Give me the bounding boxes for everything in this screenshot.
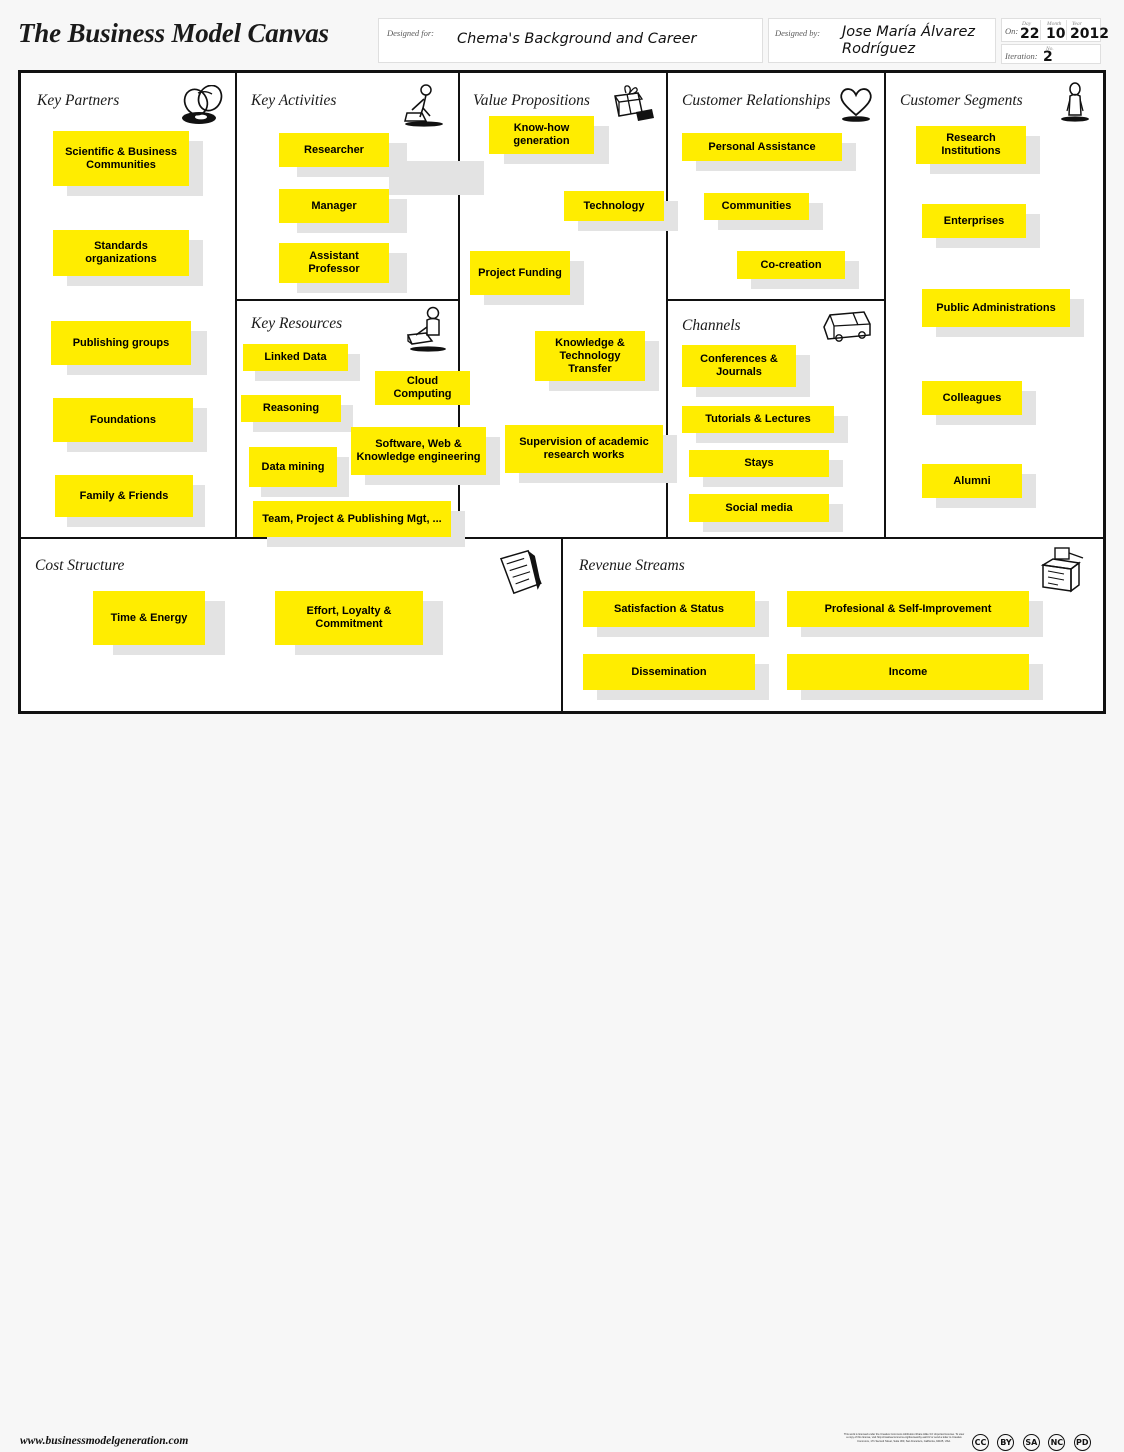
- cc-nc-icon: NC: [1048, 1434, 1066, 1451]
- creative-commons-badges: CC BY SA NC PD: [972, 1434, 1095, 1452]
- cc-badge-label-4: PD: [1076, 1437, 1089, 1447]
- note-channels-2[interactable]: Stays: [689, 450, 829, 477]
- note-key-partners-1[interactable]: Standards organizations: [53, 230, 189, 276]
- cc-icon: CC: [972, 1434, 989, 1451]
- cc-badge-label-0: CC: [974, 1437, 987, 1447]
- note-value-propositions-0[interactable]: Know-how generation: [489, 116, 594, 154]
- note-customer-segments-3[interactable]: Colleagues: [922, 381, 1022, 415]
- channels-title: Channels: [682, 317, 741, 334]
- note-revenue-streams-3[interactable]: Income: [787, 654, 1029, 690]
- block-channels: Channels Conferences & Journals Tutorial…: [668, 301, 884, 537]
- invoice-icon: [491, 548, 547, 598]
- note-key-partners-3[interactable]: Foundations: [53, 398, 193, 442]
- note-key-resources-0[interactable]: Linked Data: [243, 344, 348, 371]
- note-value-propositions-2[interactable]: Project Funding: [470, 251, 570, 295]
- note-key-resources-2[interactable]: Data mining: [249, 447, 337, 487]
- worker-pushing-icon: [402, 83, 448, 128]
- date-month-value: 10: [1046, 26, 1066, 42]
- cc-badge-label-3: NC: [1050, 1437, 1064, 1447]
- iteration-label: Iteration:: [1005, 51, 1038, 61]
- note-channels-1[interactable]: Tutorials & Lectures: [682, 406, 834, 433]
- revenue-streams-title: Revenue Streams: [579, 557, 685, 574]
- note-customer-relationships-2[interactable]: Co-creation: [737, 251, 845, 279]
- note-cost-structure-0[interactable]: Time & Energy: [93, 591, 205, 645]
- note-channels-0[interactable]: Conferences & Journals: [682, 345, 796, 387]
- cost-structure-title: Cost Structure: [35, 557, 125, 574]
- value-propositions-title: Value Propositions: [473, 92, 590, 109]
- note-key-resources-4[interactable]: Software, Web & Knowledge engineering: [351, 427, 486, 475]
- note-customer-segments-2[interactable]: Public Administrations: [922, 289, 1070, 327]
- canvas-grid: Key Partners Scientific & Business Commu…: [18, 70, 1106, 714]
- note-channels-3[interactable]: Social media: [689, 494, 829, 522]
- page-title: The Business Model Canvas: [18, 18, 329, 48]
- iteration-value: 2: [1043, 49, 1053, 65]
- note-key-partners-0[interactable]: Scientific & Business Communities: [53, 131, 189, 186]
- note-revenue-streams-0[interactable]: Satisfaction & Status: [583, 591, 755, 627]
- chain-links-icon: [178, 85, 228, 127]
- note-key-activities-2[interactable]: Assistant Professor: [279, 243, 389, 283]
- customer-segments-title: Customer Segments: [900, 92, 1023, 109]
- license-text: This work is licensed under the Creative…: [843, 1433, 965, 1443]
- note-key-resources-5[interactable]: Team, Project & Publishing Mgt, ...: [253, 501, 451, 537]
- key-activities-title: Key Activities: [251, 92, 337, 109]
- block-customer-relationships: Customer Relationships Personal Assistan…: [668, 73, 884, 299]
- note-value-propositions-3[interactable]: Knowledge & Technology Transfer: [535, 331, 645, 381]
- block-customer-segments: Customer Segments Research Institutions …: [886, 73, 1103, 537]
- note-key-resources-1[interactable]: Reasoning: [241, 395, 341, 422]
- cc-badge-label-2: SA: [1025, 1437, 1038, 1447]
- block-revenue-streams: Revenue Streams Satisfaction & Status Pr…: [563, 539, 1103, 711]
- date-on-label: On:: [1005, 26, 1019, 36]
- note-customer-relationships-1[interactable]: Communities: [704, 193, 809, 220]
- note-customer-relationships-0[interactable]: Personal Assistance: [682, 133, 842, 161]
- gift-box-icon: [608, 82, 656, 126]
- cc-sa-icon: SA: [1022, 1434, 1040, 1451]
- designed-by-label: Designed by:: [775, 28, 821, 38]
- note-key-partners-4[interactable]: Family & Friends: [55, 475, 193, 517]
- canvas-header: The Business Model Canvas Designed for: …: [0, 0, 1124, 68]
- note-key-resources-3[interactable]: Cloud Computing: [375, 371, 470, 405]
- cc-badge-label-1: BY: [1000, 1437, 1012, 1447]
- business-model-canvas-page: The Business Model Canvas Designed for: …: [0, 0, 1124, 1451]
- date-day-value: 22: [1020, 26, 1040, 42]
- canvas-footer: www.businessmodelgeneration.com This wor…: [0, 714, 1124, 1451]
- date-year-value: 2012: [1070, 26, 1109, 42]
- note-revenue-streams-1[interactable]: Profesional & Self-Improvement: [787, 591, 1029, 627]
- cash-register-icon: [1033, 545, 1089, 597]
- designed-by-value: Jose María Álvarez Rodríguez: [842, 24, 976, 57]
- heart-icon: [834, 83, 878, 125]
- block-cost-structure: Cost Structure Time & Energy Effort, Loy…: [21, 539, 561, 711]
- block-key-partners: Key Partners Scientific & Business Commu…: [21, 73, 235, 537]
- note-value-propositions-1[interactable]: Technology: [564, 191, 664, 221]
- note-key-activities-1[interactable]: Manager: [279, 189, 389, 223]
- note-key-activities-0[interactable]: Researcher: [279, 133, 389, 167]
- note-cost-structure-1[interactable]: Effort, Loyalty & Commitment: [275, 591, 423, 645]
- delivery-truck-icon: [820, 305, 876, 349]
- note-customer-segments-4[interactable]: Alumni: [922, 464, 1022, 498]
- note-revenue-streams-2[interactable]: Dissemination: [583, 654, 755, 690]
- note-value-propositions-4[interactable]: Supervision of academic research works: [505, 425, 663, 473]
- key-partners-title: Key Partners: [37, 92, 120, 109]
- note-key-partners-2[interactable]: Publishing groups: [51, 321, 191, 365]
- cc-pd-icon: PD: [1073, 1434, 1091, 1451]
- designed-for-value: Chema's Background and Career: [457, 31, 697, 47]
- key-resources-title: Key Resources: [251, 315, 343, 332]
- footer-url[interactable]: www.businessmodelgeneration.com: [20, 1435, 188, 1447]
- note-customer-segments-0[interactable]: Research Institutions: [916, 126, 1026, 164]
- cc-by-icon: BY: [997, 1434, 1015, 1451]
- note-customer-segments-1[interactable]: Enterprises: [922, 204, 1026, 238]
- standing-person-icon: [1058, 81, 1094, 125]
- customer-relationships-title: Customer Relationships: [682, 92, 831, 109]
- designed-for-label: Designed for:: [387, 28, 434, 38]
- person-with-crate-icon: [402, 305, 450, 355]
